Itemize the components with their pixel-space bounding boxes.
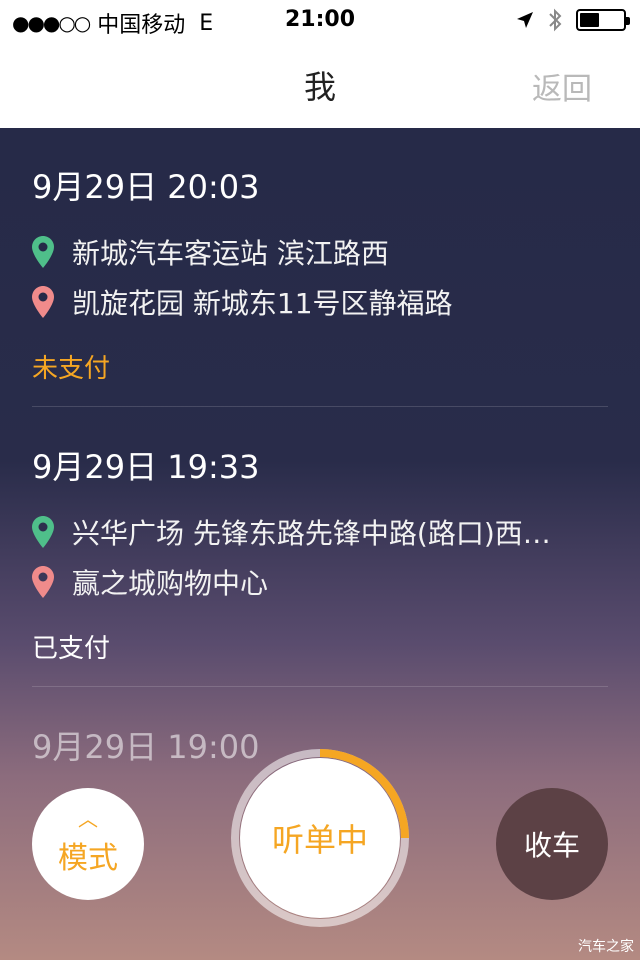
listen-orders-button[interactable]: 听单中 <box>240 758 400 918</box>
watermark: 汽车之家 <box>578 939 634 955</box>
status-bar: ●●●○○ 中国移动 E 21:00 <box>0 0 640 40</box>
bluetooth-icon <box>549 8 562 32</box>
trip-origin: 兴华广场 先锋东路先锋中路(路口)西… <box>32 512 612 552</box>
trip-list[interactable]: 9月29日 20:03 新城汽车客运站 滨江路西 凯旋花园 新城东11号区静福路… <box>0 128 640 960</box>
trip-destination: 凯旋花园 新城东11号区静福路 <box>32 282 612 322</box>
destination-pin-icon <box>32 286 54 318</box>
trip-origin: 新城汽车客运站 滨江路西 <box>32 232 612 272</box>
mode-button[interactable]: ︿ 模式 <box>32 788 144 900</box>
chevron-up-icon: ︿ <box>78 807 98 831</box>
mode-label: 模式 <box>58 841 118 876</box>
destination-text: 凯旋花园 新城东11号区静福路 <box>72 287 453 320</box>
nav-bar: 我 返回 <box>0 40 640 128</box>
stop-label: 收车 <box>523 829 580 862</box>
battery-tip <box>626 17 630 25</box>
divider <box>32 686 608 687</box>
origin-text: 新城汽车客运站 滨江路西 <box>72 237 389 270</box>
trip-time: 9月29日 20:03 <box>32 168 260 206</box>
origin-pin-icon <box>32 516 54 548</box>
trip-time: 9月29日 19:33 <box>32 448 260 486</box>
origin-pin-icon <box>32 236 54 268</box>
trip-destination: 赢之城购物中心 <box>32 562 612 602</box>
payment-status-paid: 已支付 <box>32 634 111 664</box>
destination-text: 赢之城购物中心 <box>72 567 269 600</box>
trip-item[interactable]: 9月29日 20:03 新城汽车客运站 滨江路西 凯旋花园 新城东11号区静福路… <box>32 162 608 402</box>
destination-pin-icon <box>32 566 54 598</box>
back-button[interactable]: 返回 <box>532 64 592 108</box>
battery-icon <box>576 9 630 31</box>
listen-label: 听单中 <box>271 821 368 859</box>
origin-text: 兴华广场 先锋东路先锋中路(路口)西… <box>72 517 551 550</box>
divider <box>32 406 608 407</box>
trip-item[interactable]: 9月29日 19:33 兴华广场 先锋东路先锋中路(路口)西… 赢之城购物中心 … <box>32 442 608 682</box>
stop-service-button[interactable]: 收车 <box>496 788 608 900</box>
location-arrow-icon <box>517 12 533 28</box>
payment-status-unpaid: 未支付 <box>32 354 111 384</box>
battery-level <box>580 13 599 27</box>
status-right <box>516 8 630 32</box>
